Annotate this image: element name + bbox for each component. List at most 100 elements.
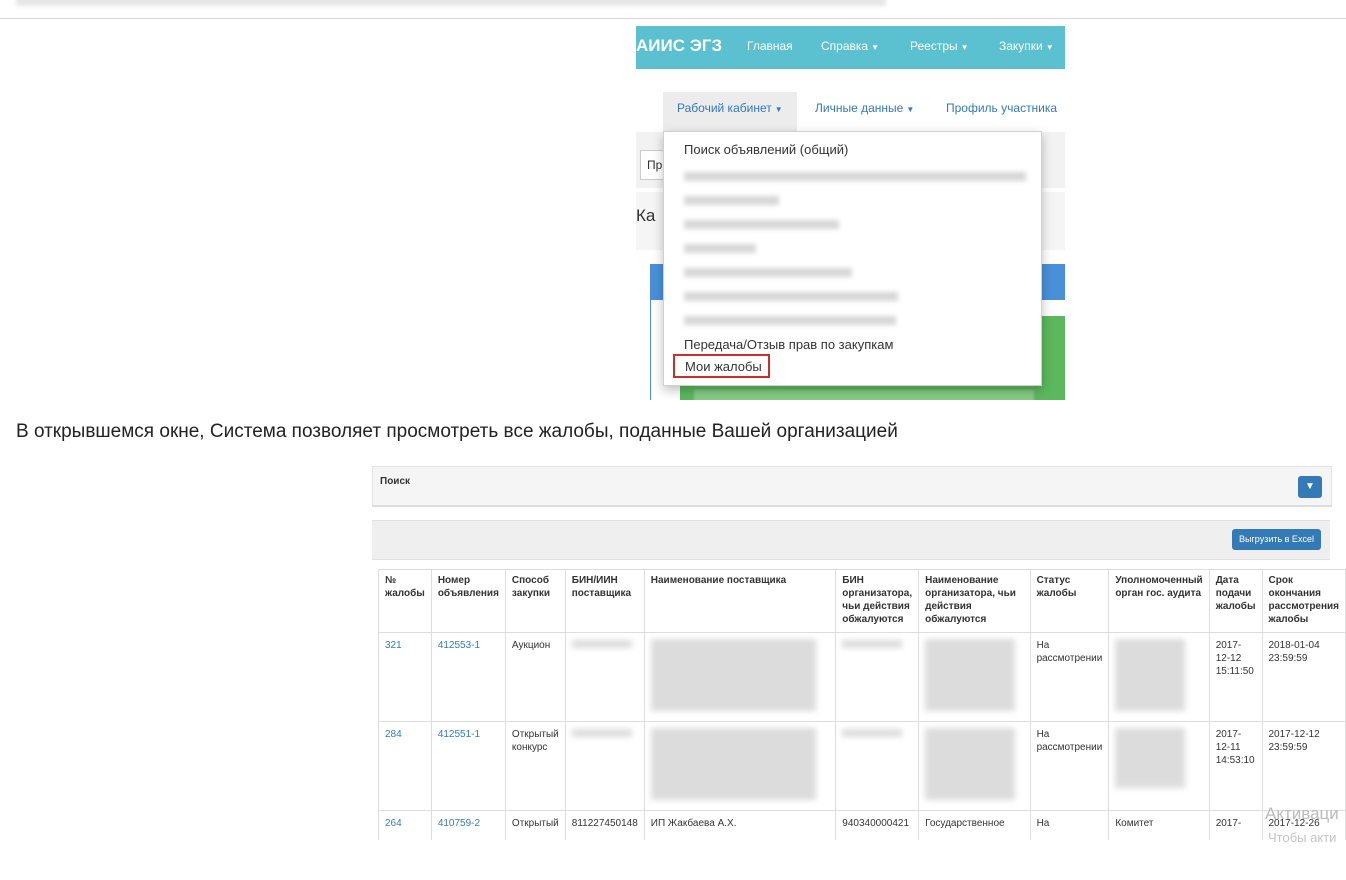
col-header: Наименование поставщика xyxy=(643,569,837,633)
nav-purchases[interactable]: Закупки ▼ xyxy=(999,39,1054,53)
status-cell: На рассмотрении xyxy=(1029,721,1110,811)
announcement-link[interactable]: 410759-2 xyxy=(438,818,480,829)
nav-registries-label: Реестры xyxy=(910,39,958,53)
tab-personal-data[interactable]: Личные данные ▼ xyxy=(815,101,914,115)
blurred-menu-item[interactable] xyxy=(684,244,756,253)
blurred-menu-item[interactable] xyxy=(684,316,896,325)
nav-home-label: Главная xyxy=(747,39,793,53)
nav-help[interactable]: Справка ▼ xyxy=(821,39,879,53)
top-navbar: АИИС ЭГЗ Главная Справка ▼ Реестры ▼ Закуп… xyxy=(636,26,1065,69)
blurred-text xyxy=(571,729,632,737)
table-row: 264 410759-2 Открытый 811227450148 ИП Жа… xyxy=(378,810,1346,840)
brand-logo[interactable]: АИИС ЭГЗ xyxy=(636,36,722,56)
caret-down-icon: ▼ xyxy=(906,105,915,114)
blurred-menu-item[interactable] xyxy=(684,268,852,277)
tab-workspace[interactable]: Рабочий кабинет ▼ xyxy=(677,101,783,115)
org-bin-cell xyxy=(835,721,920,811)
org-bin-cell xyxy=(835,632,920,722)
org-name-cell xyxy=(918,632,1031,722)
col-header: Способ закупки xyxy=(504,569,566,633)
complaint-number-cell: 284 xyxy=(378,721,432,811)
announcement-link[interactable]: 412553-1 xyxy=(438,640,480,651)
menu-screenshot: АИИС ЭГЗ Главная Справка ▼ Реестры ▼ Закуп… xyxy=(636,26,1065,400)
col-header: Уполномоченный орган гос. аудита xyxy=(1108,569,1210,633)
blurred-menu-item[interactable] xyxy=(684,172,1026,181)
menu-item-my-complaints-label: Мои жалобы xyxy=(685,359,762,374)
menu-item-search-announcements[interactable]: Поиск объявлений (общий) xyxy=(684,142,848,157)
blurred-menu-item[interactable] xyxy=(684,292,898,301)
nav-help-label: Справка xyxy=(821,39,869,53)
col-header: Статус жалобы xyxy=(1029,569,1110,633)
blurred-text xyxy=(842,729,903,737)
supplier-name-cell xyxy=(643,721,837,811)
supplier-name-cell: ИП Жакбаева А.Х. xyxy=(643,810,837,840)
status-cell: На рассмотрении xyxy=(1029,632,1110,722)
nav-home[interactable]: Главная xyxy=(747,39,793,53)
blurred-text xyxy=(16,0,886,6)
complaint-number-link[interactable]: 284 xyxy=(385,729,402,740)
complaints-screenshot: Поиск ▼ Выгрузить в Excel № жалобы Номер… xyxy=(372,466,1346,840)
caret-down-icon: ▼ xyxy=(774,105,783,114)
caret-down-icon: ▼ xyxy=(1045,43,1054,52)
search-panel-title: Поиск xyxy=(380,476,411,487)
complaint-number-cell: 264 xyxy=(378,810,432,840)
tab-personal-data-label: Личные данные xyxy=(815,101,904,115)
blurred-text xyxy=(925,728,1016,800)
date-cell: 2017-12-11 14:53:10 xyxy=(1208,721,1263,811)
tab-workspace-label: Рабочий кабинет xyxy=(677,101,772,115)
table-header-row: № жалобы Номер объявления Способ закупки… xyxy=(378,569,1346,633)
status-cell: На xyxy=(1029,810,1110,840)
windows-activation-watermark-sub: Чтобы акти xyxy=(1268,830,1337,845)
blurred-text xyxy=(650,639,816,711)
tab-participant-profile-label: Профиль участника xyxy=(946,101,1058,115)
chevron-down-icon: ▼ xyxy=(1305,481,1315,492)
method-cell: Открытый конкурс xyxy=(504,721,566,811)
method-cell: Аукцион xyxy=(504,632,566,722)
instruction-paragraph: В открывшемся окне, Система позволяет пр… xyxy=(16,421,898,442)
caret-down-icon: ▼ xyxy=(871,43,879,52)
complaint-number-link[interactable]: 321 xyxy=(385,640,402,651)
table-toolbar: Выгрузить в Excel xyxy=(372,520,1330,560)
supplier-bin-cell xyxy=(564,721,645,811)
menu-item-transfer-rights[interactable]: Передача/Отзыв прав по закупкам xyxy=(684,337,893,352)
col-header: Срок окончания рассмотрения жалобы xyxy=(1261,569,1346,633)
complaint-number-link[interactable]: 264 xyxy=(385,818,402,829)
complaint-number-cell: 321 xyxy=(378,632,432,722)
supplier-bin-cell xyxy=(564,632,645,722)
method-cell: Открытый xyxy=(504,810,566,840)
col-header: Дата подачи жалобы xyxy=(1208,569,1263,633)
org-bin-cell: 940340000421 xyxy=(835,810,920,840)
tab-participant-profile[interactable]: Профиль участника xyxy=(946,101,1057,115)
blurred-text xyxy=(925,639,1016,711)
col-header: Наименование организатора, чьи действия … xyxy=(918,569,1031,633)
date-cell: 2017-12-12 15:11:50 xyxy=(1208,632,1263,722)
supplier-bin-cell: 811227450148 xyxy=(564,810,645,840)
announcement-link[interactable]: 412551-1 xyxy=(438,729,480,740)
search-panel: Поиск ▼ xyxy=(372,466,1332,507)
blurred-text xyxy=(1115,728,1186,788)
col-header: БИН/ИИН поставщика xyxy=(564,569,645,633)
audit-cell xyxy=(1108,721,1210,811)
workspace-dropdown-menu: Поиск объявлений (общий) Передача/Отзыв … xyxy=(663,131,1042,386)
complaints-table: № жалобы Номер объявления Способ закупки… xyxy=(378,569,1346,840)
deadline-cell: 2017-12-12 23:59:59 xyxy=(1261,721,1346,811)
table-row: 321 412553-1 Аукцион На рассмотрении 201… xyxy=(378,632,1346,722)
audit-cell: Комитет xyxy=(1108,810,1210,840)
announcement-cell: 410759-2 xyxy=(430,810,506,840)
org-name-cell: Государственное xyxy=(918,810,1031,840)
nav-registries[interactable]: Реестры ▼ xyxy=(910,39,969,53)
blurred-menu-item[interactable] xyxy=(684,220,839,229)
supplier-name-cell xyxy=(643,632,837,722)
partial-heading: Ка xyxy=(636,206,656,225)
blurred-text xyxy=(571,640,632,648)
col-header: БИН организатора, чьи действия обжалуютс… xyxy=(835,569,920,633)
collapse-button[interactable]: ▼ xyxy=(1298,476,1322,498)
windows-activation-watermark: Активаци xyxy=(1265,804,1339,823)
export-excel-button[interactable]: Выгрузить в Excel xyxy=(1232,529,1321,550)
announcement-cell: 412551-1 xyxy=(430,721,506,811)
menu-item-my-complaints[interactable]: Мои жалобы xyxy=(673,354,770,378)
blurred-menu-item[interactable] xyxy=(684,196,779,205)
date-cell: 2017- xyxy=(1208,810,1263,840)
table-row: 284 412551-1 Открытый конкурс На рассмот… xyxy=(378,721,1346,811)
col-header: Номер объявления xyxy=(430,569,506,633)
